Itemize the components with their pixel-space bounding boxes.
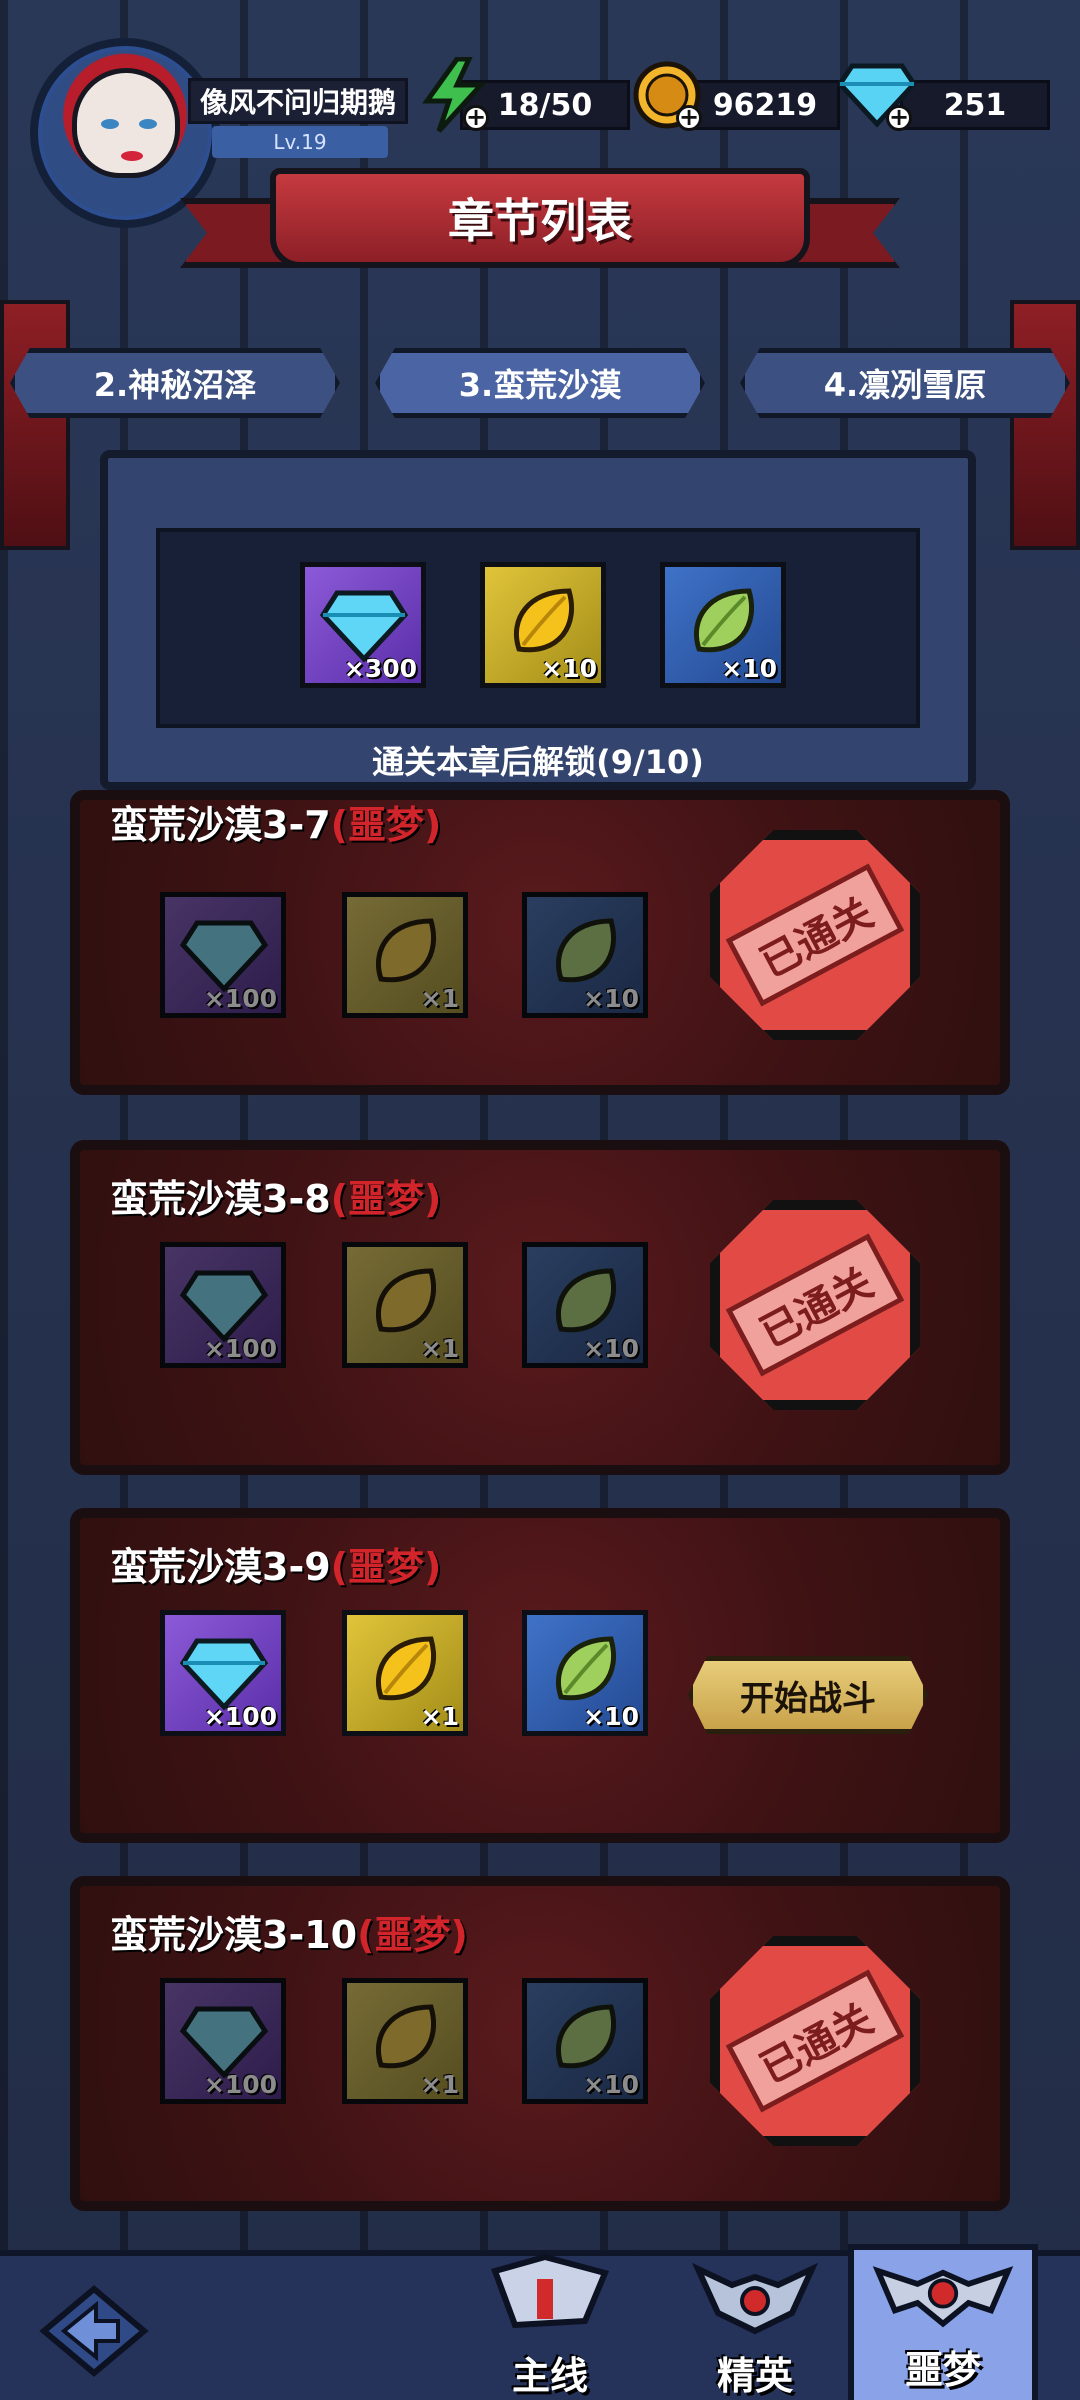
nav-tab-main[interactable]: 主线	[455, 2244, 645, 2400]
stage-card-3-10: 蛮荒沙漠3-10(噩梦) ×100 ×1 ×10 已通关	[70, 1876, 1010, 2211]
elite-demon-icon	[691, 2262, 819, 2335]
reward-gem[interactable]: ×100	[160, 1978, 286, 2104]
gem-value: 251	[943, 87, 1007, 123]
back-button[interactable]	[24, 2276, 164, 2386]
gold-value: 96219	[712, 87, 818, 123]
energy-add-button[interactable]: +	[415, 55, 493, 135]
top-bar: 像风不问归期鹅 Lv.19 18/50 + 96219 + 251 +	[0, 0, 1080, 228]
plus-icon: +	[886, 105, 912, 131]
right-banner-decoration	[1010, 300, 1080, 550]
reward-green-leaf[interactable]: ×10	[522, 1610, 648, 1736]
bottom-nav: 主线 精英 噩梦	[0, 2244, 1080, 2400]
cleared-stamp: 已通关	[710, 1936, 920, 2146]
plus-icon: +	[463, 105, 489, 131]
main-story-icon	[491, 2253, 610, 2329]
energy-value: 18/50	[497, 87, 593, 123]
stage-title: 蛮荒沙漠3-7(噩梦)	[110, 803, 442, 847]
gem-add-button[interactable]: +	[838, 55, 916, 135]
chapter-unlock-status: 通关本章后解锁(9/10)	[372, 743, 704, 781]
stage-card-3-9: 蛮荒沙漠3-9(噩梦) ×100 ×1 ×10 开始战斗	[70, 1508, 1010, 1843]
stage-card-3-7: 蛮荒沙漠3-7(噩梦) ×100 ×1 ×10 已通关	[70, 790, 1010, 1095]
nightmare-bat-icon	[872, 2266, 1014, 2328]
reward-gem[interactable]: ×100	[160, 1610, 286, 1736]
reward-gold-leaf[interactable]: ×1	[342, 892, 468, 1018]
page-title: 章节列表	[270, 168, 810, 268]
player-level: Lv.19	[212, 126, 388, 158]
stage-title: 蛮荒沙漠3-8(噩梦)	[110, 1177, 442, 1221]
reward-green-leaf[interactable]: ×10	[522, 892, 648, 1018]
chapter-reward-gold-leaf[interactable]: ×10	[480, 562, 606, 688]
reward-green-leaf[interactable]: ×10	[522, 1978, 648, 2104]
avatar-portrait	[72, 68, 180, 178]
reward-gem[interactable]: ×100	[160, 1242, 286, 1368]
nav-tab-elite[interactable]: 精英	[660, 2244, 850, 2400]
tab-chapter-4[interactable]: 4.凛冽雪原	[740, 348, 1070, 418]
tab-chapter-2[interactable]: 2.神秘沼泽	[10, 348, 340, 418]
chapter-reward-green-leaf[interactable]: ×10	[660, 562, 786, 688]
nav-tab-nightmare[interactable]: 噩梦	[848, 2244, 1038, 2400]
chapter-reward-panel: ×300 ×10 ×10 通关本章后解锁(9/10)	[100, 450, 976, 790]
chapter-reward-box: ×300 ×10 ×10	[156, 528, 920, 728]
gold-add-button[interactable]: +	[628, 55, 706, 135]
left-banner-decoration	[0, 300, 70, 550]
chapter-reward-gem[interactable]: ×300	[300, 562, 426, 688]
stage-card-3-8: 蛮荒沙漠3-8(噩梦) ×100 ×1 ×10 已通关	[70, 1140, 1010, 1475]
reward-green-leaf[interactable]: ×10	[522, 1242, 648, 1368]
stage-title: 蛮荒沙漠3-10(噩梦)	[110, 1913, 468, 1957]
back-arrow-icon	[39, 2285, 149, 2377]
plus-icon: +	[676, 105, 702, 131]
tab-chapter-3[interactable]: 3.蛮荒沙漠	[375, 348, 705, 418]
reward-gold-leaf[interactable]: ×1	[342, 1978, 468, 2104]
cleared-stamp: 已通关	[710, 1200, 920, 1410]
reward-gold-leaf[interactable]: ×1	[342, 1242, 468, 1368]
gem-counter: 251	[900, 80, 1050, 130]
stage-title: 蛮荒沙漠3-9(噩梦)	[110, 1545, 442, 1589]
title-banner: 章节列表	[180, 168, 900, 278]
start-battle-button[interactable]: 开始战斗	[688, 1656, 928, 1734]
reward-gold-leaf[interactable]: ×1	[342, 1610, 468, 1736]
gold-counter: 96219	[690, 80, 840, 130]
reward-gem[interactable]: ×100	[160, 892, 286, 1018]
cleared-stamp: 已通关	[710, 830, 920, 1040]
player-name: 像风不问归期鹅	[188, 78, 408, 124]
